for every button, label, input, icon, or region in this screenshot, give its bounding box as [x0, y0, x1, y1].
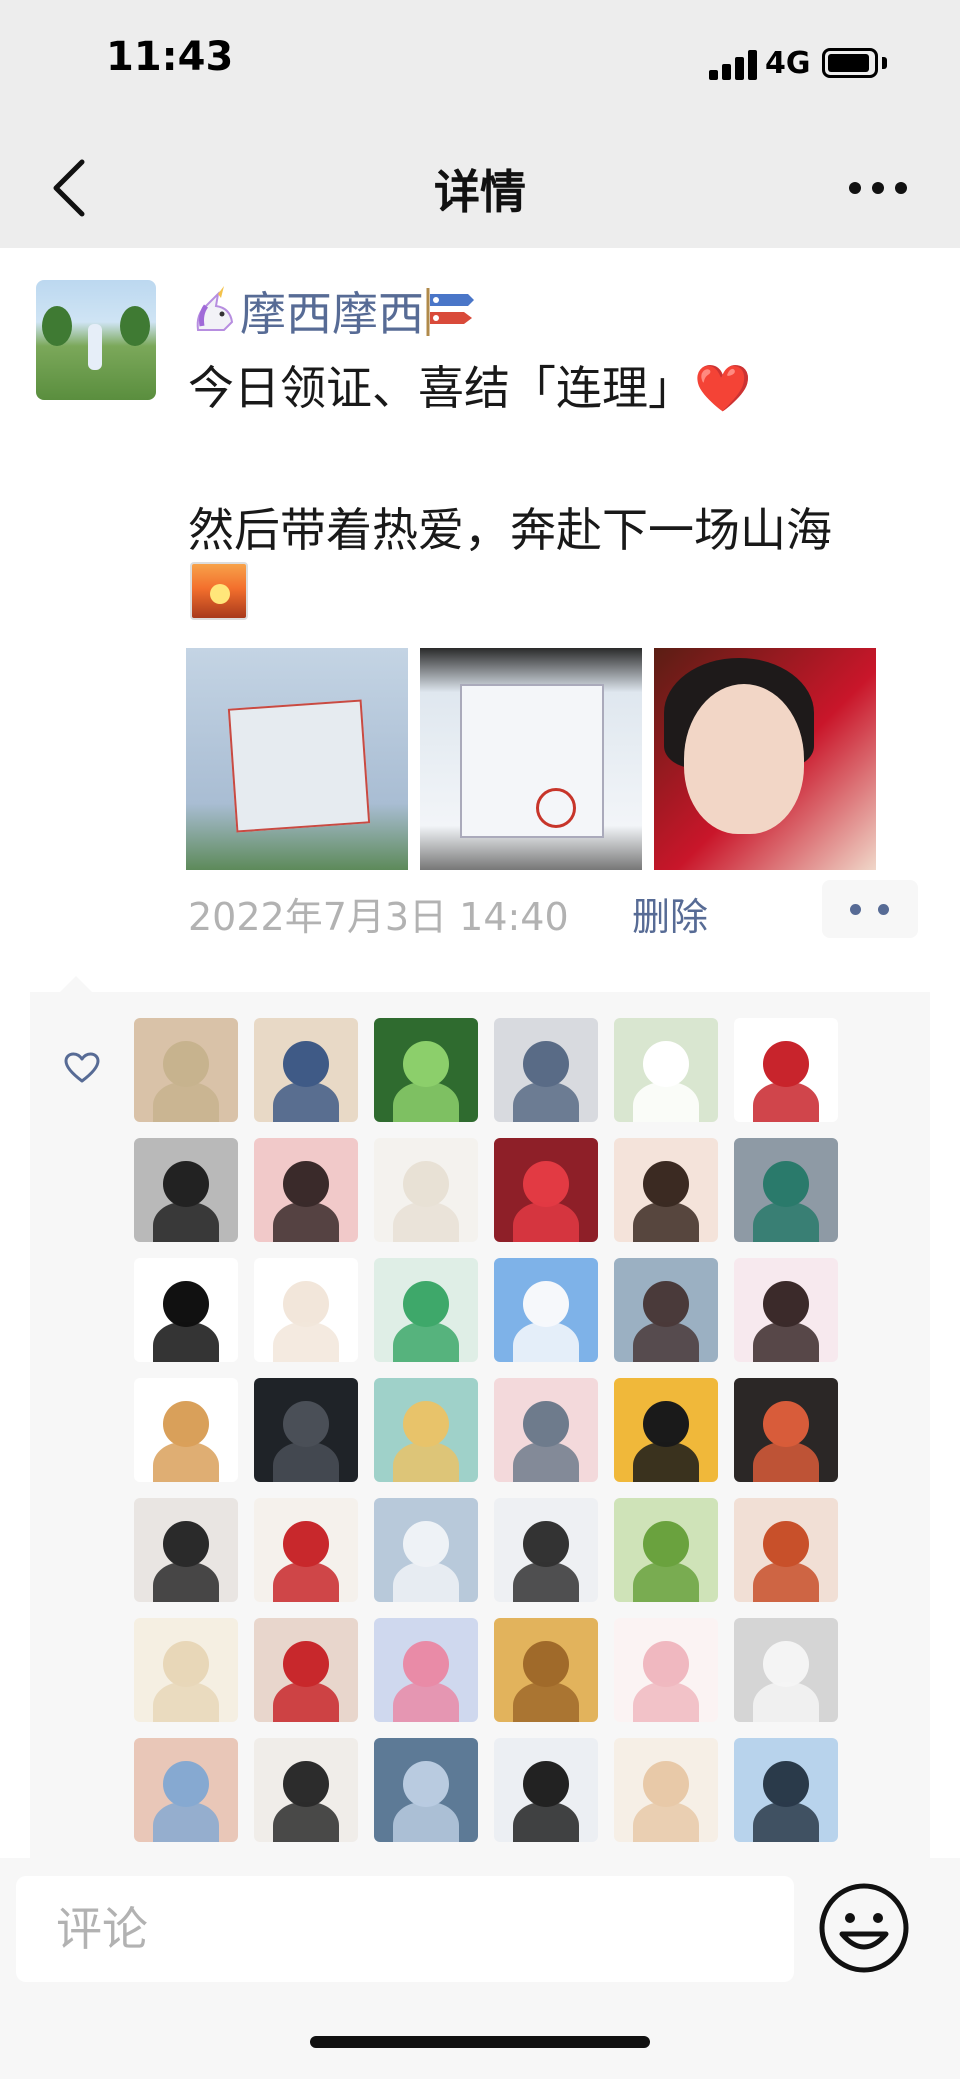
- like-avatar[interactable]: [134, 1498, 238, 1602]
- like-avatar[interactable]: [254, 1138, 358, 1242]
- like-avatar[interactable]: [254, 1738, 358, 1842]
- like-avatar[interactable]: [254, 1618, 358, 1722]
- like-avatar[interactable]: [374, 1378, 478, 1482]
- carp-streamer-icon: [426, 288, 474, 336]
- like-avatar[interactable]: [374, 1618, 478, 1722]
- unicorn-icon: [196, 286, 234, 331]
- sunrise-icon: [190, 562, 248, 620]
- author-avatar[interactable]: [36, 280, 156, 400]
- author-name-row[interactable]: 摩西摩西: [188, 278, 476, 344]
- like-avatar[interactable]: [494, 1738, 598, 1842]
- signal-icon: [709, 48, 761, 80]
- like-avatar[interactable]: [614, 1258, 718, 1362]
- delete-button[interactable]: 删除: [632, 886, 708, 941]
- like-avatar[interactable]: [614, 1138, 718, 1242]
- page-title: 详情: [434, 165, 526, 219]
- like-avatar[interactable]: [134, 1378, 238, 1482]
- like-avatar[interactable]: [254, 1018, 358, 1122]
- post-timestamp: 2022年7月3日 14:40: [188, 895, 569, 939]
- like-avatar[interactable]: [374, 1258, 478, 1362]
- post-photo-3[interactable]: [654, 648, 876, 870]
- home-indicator: [310, 2036, 650, 2048]
- like-avatar[interactable]: [494, 1258, 598, 1362]
- battery-icon: [822, 48, 878, 78]
- more-dots-icon[interactable]: [843, 168, 913, 208]
- like-avatar[interactable]: [734, 1378, 838, 1482]
- like-avatar[interactable]: [254, 1378, 358, 1482]
- status-time: 11:43: [106, 34, 234, 80]
- like-avatar[interactable]: [374, 1498, 478, 1602]
- author-name: 摩西摩西: [240, 287, 424, 341]
- comment-input[interactable]: [16, 1876, 794, 1982]
- network-label: 4G: [765, 46, 811, 81]
- like-avatar[interactable]: [134, 1258, 238, 1362]
- like-avatar[interactable]: [734, 1738, 838, 1842]
- like-avatar[interactable]: [374, 1018, 478, 1122]
- back-chevron-icon[interactable]: [42, 156, 102, 220]
- smiley-face-icon[interactable]: [816, 1880, 912, 1976]
- like-avatar[interactable]: [374, 1138, 478, 1242]
- like-avatar[interactable]: [254, 1258, 358, 1362]
- post-photo-2[interactable]: [420, 648, 642, 870]
- like-avatar[interactable]: [734, 1258, 838, 1362]
- heart-outline-icon: [64, 1052, 100, 1084]
- post-text-line-2: 然后带着热爱，奔赴下一场山海: [188, 503, 832, 557]
- like-avatar[interactable]: [374, 1738, 478, 1842]
- like-avatar[interactable]: [134, 1618, 238, 1722]
- like-avatar[interactable]: [614, 1498, 718, 1602]
- like-avatar[interactable]: [614, 1378, 718, 1482]
- like-avatar[interactable]: [494, 1378, 598, 1482]
- like-avatar[interactable]: [734, 1018, 838, 1122]
- like-avatar[interactable]: [254, 1498, 358, 1602]
- like-avatar[interactable]: [494, 1498, 598, 1602]
- post-photo-1[interactable]: [186, 648, 408, 870]
- like-avatar[interactable]: [734, 1498, 838, 1602]
- like-avatar[interactable]: [134, 1738, 238, 1842]
- nav-bar: 详情: [0, 128, 960, 248]
- like-avatar[interactable]: [614, 1618, 718, 1722]
- status-bar: 11:43 4G: [0, 0, 960, 128]
- like-avatar[interactable]: [134, 1138, 238, 1242]
- like-avatar[interactable]: [494, 1138, 598, 1242]
- like-avatar[interactable]: [614, 1018, 718, 1122]
- like-avatar[interactable]: [734, 1138, 838, 1242]
- like-avatar[interactable]: [494, 1018, 598, 1122]
- like-avatar[interactable]: [734, 1618, 838, 1722]
- comment-bar: [0, 1858, 960, 2079]
- like-avatar[interactable]: [134, 1018, 238, 1122]
- post-actions-button[interactable]: [822, 880, 918, 938]
- like-avatar[interactable]: [494, 1618, 598, 1722]
- like-avatar[interactable]: [614, 1738, 718, 1842]
- post-text-line-1: 今日领证、喜结「连理」❤️: [188, 361, 752, 415]
